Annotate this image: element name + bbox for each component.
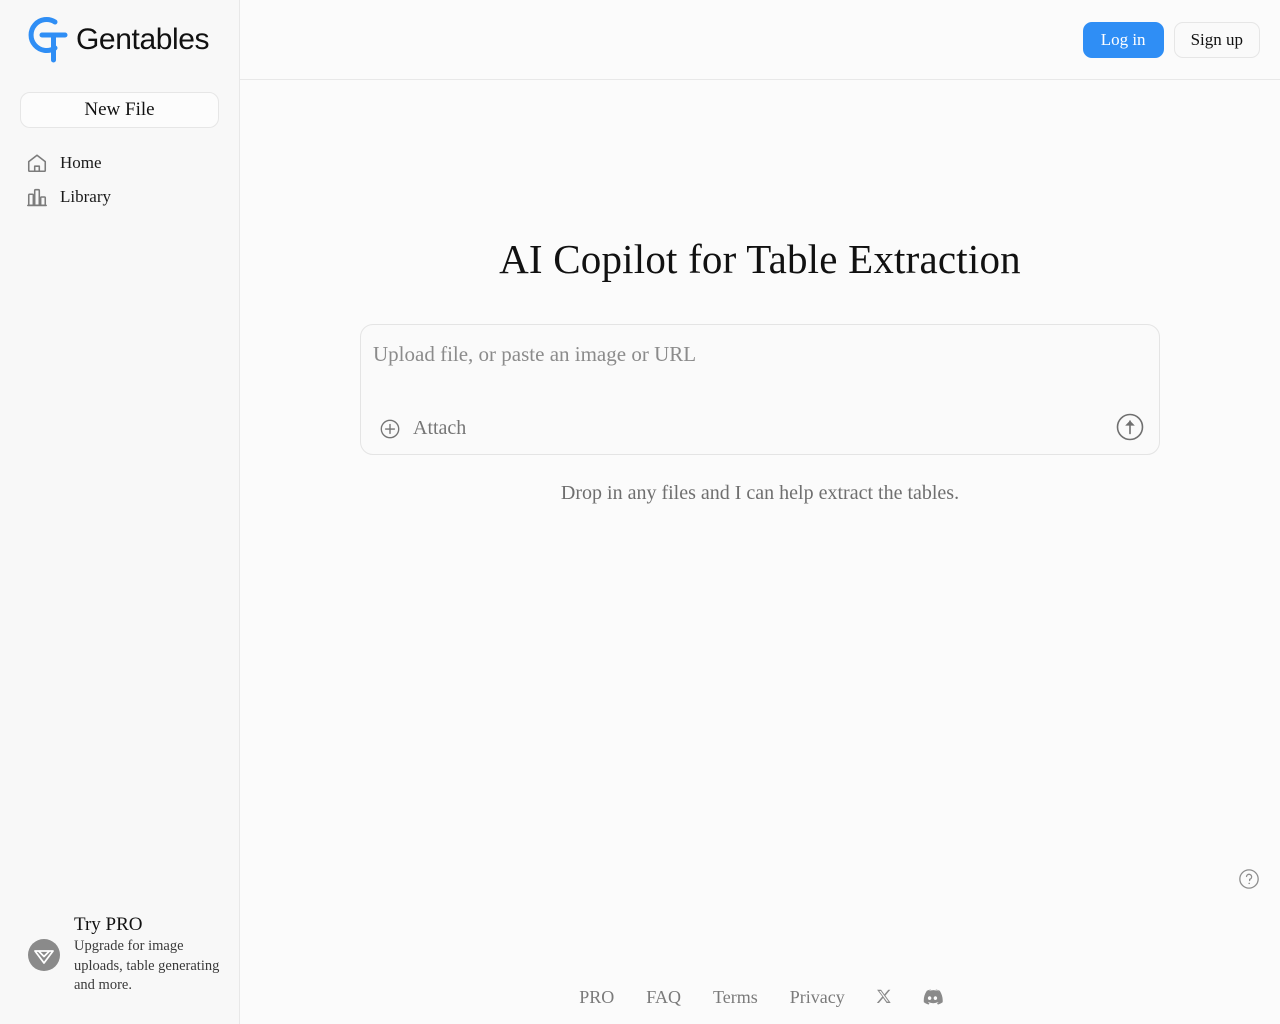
try-pro-card[interactable]: Try PRO Upgrade for image uploads, table… <box>0 914 240 996</box>
composer-box[interactable]: Attach <box>360 324 1160 455</box>
question-circle-icon[interactable] <box>1238 868 1260 890</box>
sidebar-item-label-home: Home <box>60 153 102 172</box>
hero-section: AI Copilot for Table Extraction Attach <box>240 80 1280 505</box>
gem-badge-icon <box>28 939 60 971</box>
attach-label: Attach <box>413 417 467 439</box>
page-title: AI Copilot for Table Extraction <box>499 236 1021 282</box>
top-bar: Log in Sign up <box>240 0 1280 80</box>
try-pro-text: Try PRO Upgrade for image uploads, table… <box>74 914 222 996</box>
library-bars-icon <box>26 186 48 208</box>
plus-circle-icon <box>379 418 401 440</box>
sidebar: Gentables New File Home Library Try PRO … <box>0 0 240 1024</box>
signup-button[interactable]: Sign up <box>1173 21 1260 58</box>
home-icon <box>26 152 48 174</box>
sidebar-nav: Home Library <box>0 146 239 214</box>
app-root: Gentables New File Home Library Try PRO … <box>0 0 1280 1024</box>
footer-link-pro[interactable]: PRO <box>563 987 630 1008</box>
footer: PRO FAQ Terms Privacy <box>240 987 1280 1008</box>
brand-name: Gentables <box>76 23 210 56</box>
discord-icon[interactable] <box>908 989 957 1006</box>
try-pro-title: Try PRO <box>74 914 143 935</box>
try-pro-subtitle: Upgrade for image uploads, table generat… <box>74 937 220 994</box>
main-content: Log in Sign up AI Copilot for Table Extr… <box>240 0 1280 1024</box>
attach-button[interactable]: Attach <box>379 417 466 440</box>
sidebar-item-label-library: Library <box>60 187 111 206</box>
hero-subtitle: Drop in any files and I can help extract… <box>560 482 960 504</box>
send-button[interactable] <box>1115 412 1145 442</box>
new-file-button[interactable]: New File <box>20 92 219 128</box>
brand-logo[interactable]: Gentables <box>0 0 239 80</box>
footer-link-terms[interactable]: Terms <box>697 987 774 1008</box>
footer-link-privacy[interactable]: Privacy <box>774 987 861 1008</box>
sidebar-item-home[interactable]: Home <box>0 146 239 180</box>
login-button[interactable]: Log in <box>1082 21 1164 58</box>
x-twitter-icon[interactable] <box>861 988 908 1007</box>
footer-link-faq[interactable]: FAQ <box>630 987 697 1008</box>
upload-input[interactable] <box>373 342 1147 367</box>
sidebar-item-library[interactable]: Library <box>0 180 239 214</box>
gt-monogram-icon <box>22 10 80 68</box>
new-file-label: New File <box>84 99 155 120</box>
